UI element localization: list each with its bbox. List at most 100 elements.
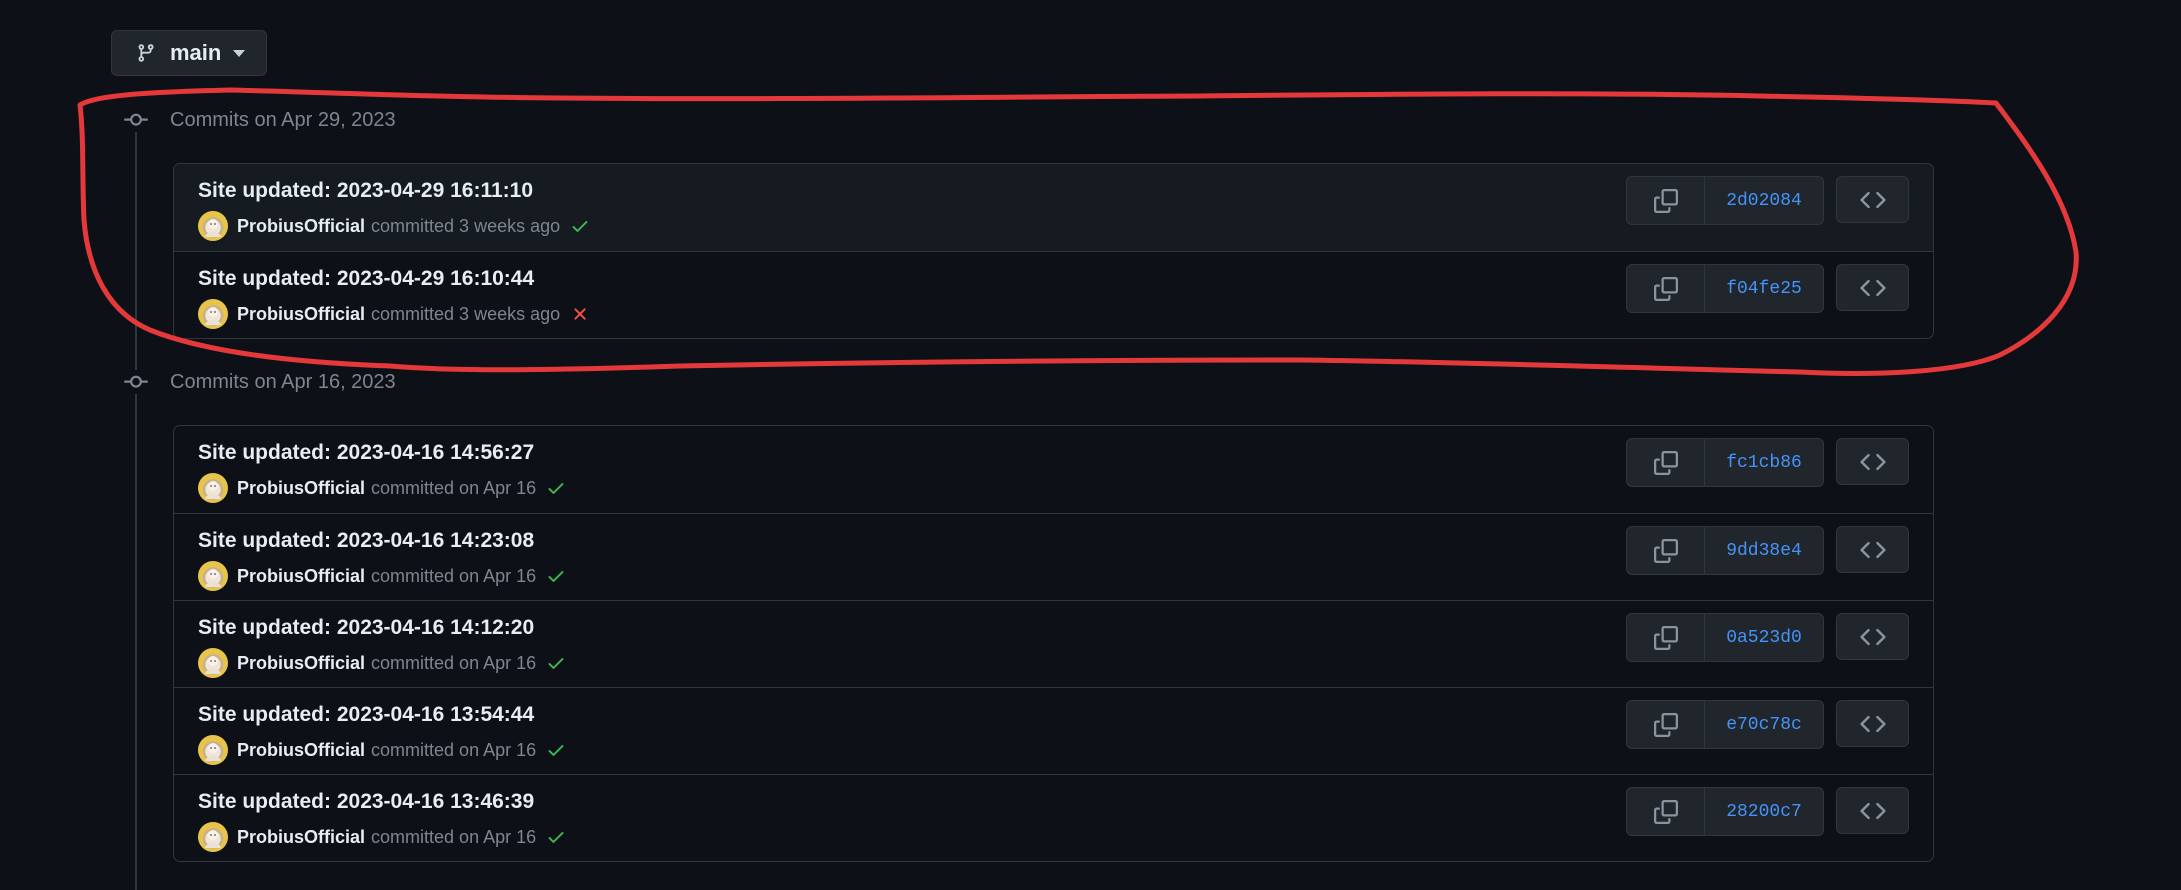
copy-sha-button[interactable] — [1627, 177, 1705, 224]
commit-row: Site updated: 2023-04-29 16:10:44 Probius… — [174, 251, 1933, 338]
x-icon[interactable] — [570, 304, 590, 324]
code-icon — [1859, 191, 1886, 208]
commit-title[interactable]: Site updated: 2023-04-29 16:10:44 — [198, 267, 534, 291]
avatar[interactable] — [198, 648, 228, 678]
check-icon[interactable] — [546, 478, 566, 498]
commit-group-heading: Commits on Apr 29, 2023 — [124, 108, 396, 132]
code-icon — [1859, 279, 1886, 296]
commit-time: committed on Apr 16 — [371, 652, 537, 673]
commit-title[interactable]: Site updated: 2023-04-16 13:46:39 — [198, 790, 534, 814]
commit-author[interactable]: ProbiusOfficial — [237, 304, 365, 325]
code-icon — [1859, 715, 1886, 732]
copy-sha-button[interactable] — [1627, 439, 1705, 486]
copy-sha-button[interactable] — [1627, 701, 1705, 748]
avatar[interactable] — [198, 473, 228, 503]
avatar-figure-icon — [205, 656, 221, 674]
avatar-figure-icon — [205, 307, 221, 325]
commit-sha-link[interactable]: 28200c7 — [1705, 788, 1823, 835]
commit-author[interactable]: ProbiusOfficial — [237, 566, 365, 587]
commit-sha-link[interactable]: 9dd38e4 — [1705, 527, 1823, 574]
browse-repository-button[interactable] — [1836, 264, 1909, 311]
commit-title[interactable]: Site updated: 2023-04-16 14:12:20 — [198, 616, 534, 640]
branch-name: main — [170, 40, 222, 65]
copy-icon — [1653, 712, 1678, 737]
commit-time: committed on Apr 16 — [371, 739, 537, 760]
commit-status[interactable] — [546, 566, 566, 586]
check-icon[interactable] — [546, 653, 566, 673]
commit-actions: fc1cb86 — [1626, 438, 1909, 487]
copy-icon — [1653, 276, 1678, 301]
copy-icon — [1653, 188, 1678, 213]
commit-title[interactable]: Site updated: 2023-04-16 14:56:27 — [198, 441, 534, 465]
commit-row: Site updated: 2023-04-16 13:54:44 Probius… — [174, 687, 1933, 774]
commit-sha-link[interactable]: fc1cb86 — [1705, 439, 1823, 486]
browse-repository-button[interactable] — [1836, 176, 1909, 223]
commit-author[interactable]: ProbiusOfficial — [237, 216, 365, 237]
commit-title[interactable]: Site updated: 2023-04-29 16:11:10 — [198, 179, 533, 203]
commit-time: committed 3 weeks ago — [371, 303, 561, 324]
copy-sha-button[interactable] — [1627, 265, 1705, 312]
commit-time: committed on Apr 16 — [371, 826, 537, 847]
avatar[interactable] — [198, 822, 228, 852]
code-icon — [1859, 802, 1886, 819]
commit-row: Site updated: 2023-04-16 14:56:27 Probius… — [174, 426, 1933, 513]
avatar-figure-icon — [205, 569, 221, 587]
copy-sha-button[interactable] — [1627, 788, 1705, 835]
browse-repository-button[interactable] — [1836, 613, 1909, 660]
browse-repository-button[interactable] — [1836, 787, 1909, 834]
commit-sha-link[interactable]: 0a523d0 — [1705, 614, 1823, 661]
commit-sha-link[interactable]: f04fe25 — [1705, 265, 1823, 312]
commit-row: Site updated: 2023-04-16 14:23:08 Probius… — [174, 513, 1933, 600]
commit-actions: f04fe25 — [1626, 264, 1909, 313]
branch-select-button[interactable]: main — [111, 30, 267, 76]
commit-status[interactable] — [546, 827, 566, 847]
browse-repository-button[interactable] — [1836, 526, 1909, 573]
timeline-line — [135, 118, 137, 890]
commit-title[interactable]: Site updated: 2023-04-16 14:23:08 — [198, 529, 534, 553]
commit-author[interactable]: ProbiusOfficial — [237, 740, 365, 761]
commit-status[interactable] — [546, 740, 566, 760]
avatar[interactable] — [198, 735, 228, 765]
commit-author[interactable]: ProbiusOfficial — [237, 827, 365, 848]
commit-title[interactable]: Site updated: 2023-04-16 13:54:44 — [198, 703, 534, 727]
copy-icon — [1653, 625, 1678, 650]
sha-button-group: 9dd38e4 — [1626, 526, 1824, 575]
avatar[interactable] — [198, 211, 228, 241]
code-icon — [1859, 628, 1886, 645]
commit-actions: 9dd38e4 — [1626, 526, 1909, 575]
commit-status[interactable] — [546, 653, 566, 673]
copy-sha-button[interactable] — [1627, 614, 1705, 661]
git-commit-icon — [124, 370, 148, 394]
commit-status[interactable] — [570, 304, 590, 324]
browse-repository-button[interactable] — [1836, 438, 1909, 485]
chevron-down-icon — [233, 49, 246, 57]
avatar[interactable] — [198, 299, 228, 329]
copy-icon — [1653, 799, 1678, 824]
sha-button-group: 0a523d0 — [1626, 613, 1824, 662]
check-icon[interactable] — [570, 216, 590, 236]
copy-sha-button[interactable] — [1627, 527, 1705, 574]
commit-author[interactable]: ProbiusOfficial — [237, 478, 365, 499]
commit-meta: ProbiusOfficial committed on Apr 16 — [198, 822, 566, 852]
commit-meta: ProbiusOfficial committed on Apr 16 — [198, 561, 566, 591]
commit-meta: ProbiusOfficial committed on Apr 16 — [198, 473, 566, 503]
commit-meta: ProbiusOfficial committed 3 weeks ago — [198, 299, 590, 329]
commit-group-date: Commits on Apr 16, 2023 — [170, 370, 396, 393]
copy-icon — [1653, 538, 1678, 563]
commit-status[interactable] — [546, 478, 566, 498]
commit-sha-link[interactable]: e70c78c — [1705, 701, 1823, 748]
commit-status[interactable] — [570, 216, 590, 236]
commit-author[interactable]: ProbiusOfficial — [237, 653, 365, 674]
commit-sha-link[interactable]: 2d02084 — [1705, 177, 1823, 224]
check-icon[interactable] — [546, 740, 566, 760]
sha-button-group: e70c78c — [1626, 700, 1824, 749]
commit-row: Site updated: 2023-04-29 16:11:10 Probius… — [174, 164, 1933, 251]
browse-repository-button[interactable] — [1836, 700, 1909, 747]
check-icon[interactable] — [546, 827, 566, 847]
copy-icon — [1653, 450, 1678, 475]
avatar-figure-icon — [205, 830, 221, 848]
commit-meta: ProbiusOfficial committed on Apr 16 — [198, 648, 566, 678]
commit-group-heading: Commits on Apr 16, 2023 — [124, 370, 396, 394]
check-icon[interactable] — [546, 566, 566, 586]
avatar[interactable] — [198, 561, 228, 591]
